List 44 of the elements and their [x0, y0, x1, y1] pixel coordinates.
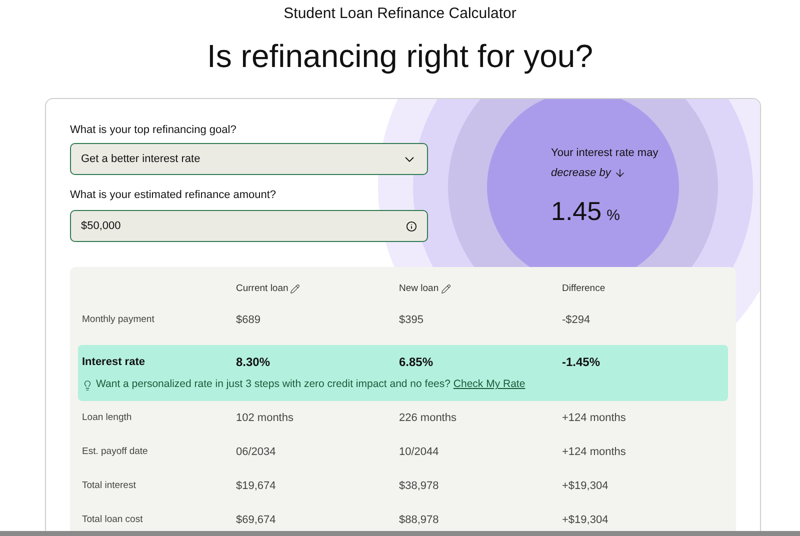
table-cell-text: $395	[399, 312, 424, 328]
column-header: New loan	[399, 282, 439, 296]
row-label: Loan length	[81, 410, 133, 425]
row-label: Interest rate	[81, 354, 146, 370]
field-label: What is your estimated refinance amount?	[70, 188, 278, 202]
row-label: Monthly payment	[81, 312, 156, 327]
table-cell-text: $689	[236, 312, 262, 328]
pencil-icon[interactable]	[290, 284, 300, 294]
info-icon	[406, 220, 417, 232]
amount-field[interactable]: $50,000	[70, 210, 428, 242]
table-cell-text: 102 months	[236, 410, 294, 426]
table-cell-text: +124 months	[562, 410, 627, 426]
table-cell-text: +124 months	[562, 444, 627, 460]
rate-tip: Want a personalized rate in just 3 steps with zero credit impact and no fees? Check My Rate	[96, 377, 526, 392]
goal-select[interactable]: Get a better interest rate	[70, 143, 428, 175]
table-cell-text: 10/2044	[399, 444, 440, 460]
row-label: Total loan cost	[81, 512, 144, 527]
pencil-icon[interactable]	[440, 284, 451, 294]
page-title: Student Loan Refinance Calculator	[284, 5, 516, 23]
table-cell-text: -1.45%	[562, 354, 602, 372]
table-cell-text: $19,674	[236, 478, 277, 494]
table-cell-text: 8.30%	[236, 354, 272, 372]
row-label: Total interest	[81, 478, 137, 493]
page-heading: Is refinancing right for you?	[207, 37, 593, 76]
table-cell-text: $69,674	[236, 512, 277, 528]
rate-value: 1.45	[551, 196, 602, 226]
rate-caption: decrease by	[551, 166, 611, 180]
check-rate-link[interactable]: Check My Rate	[453, 378, 526, 390]
arrow-down-icon	[614, 167, 626, 179]
table-cell-text: $88,978	[399, 512, 440, 528]
table-cell-text: +$19,304	[562, 512, 610, 528]
table-cell-text: $38,978	[399, 478, 440, 494]
table-cell-text: 6.85%	[399, 354, 434, 372]
table-cell-text: +$19,304	[562, 478, 610, 494]
table-cell-text: -$294	[562, 312, 592, 328]
rate-unit: %	[606, 206, 620, 226]
table-cell-text: 06/2034	[236, 444, 277, 460]
row-label: Est. payoff date	[81, 444, 149, 459]
rate-caption: Your interest rate may	[551, 146, 658, 160]
table-cell-text: 226 months	[399, 410, 458, 426]
lightbulb-icon	[82, 380, 93, 390]
column-header: Current loan	[236, 282, 288, 296]
column-header: Difference	[562, 282, 606, 296]
field-label: What is your top refinancing goal?	[70, 123, 238, 137]
